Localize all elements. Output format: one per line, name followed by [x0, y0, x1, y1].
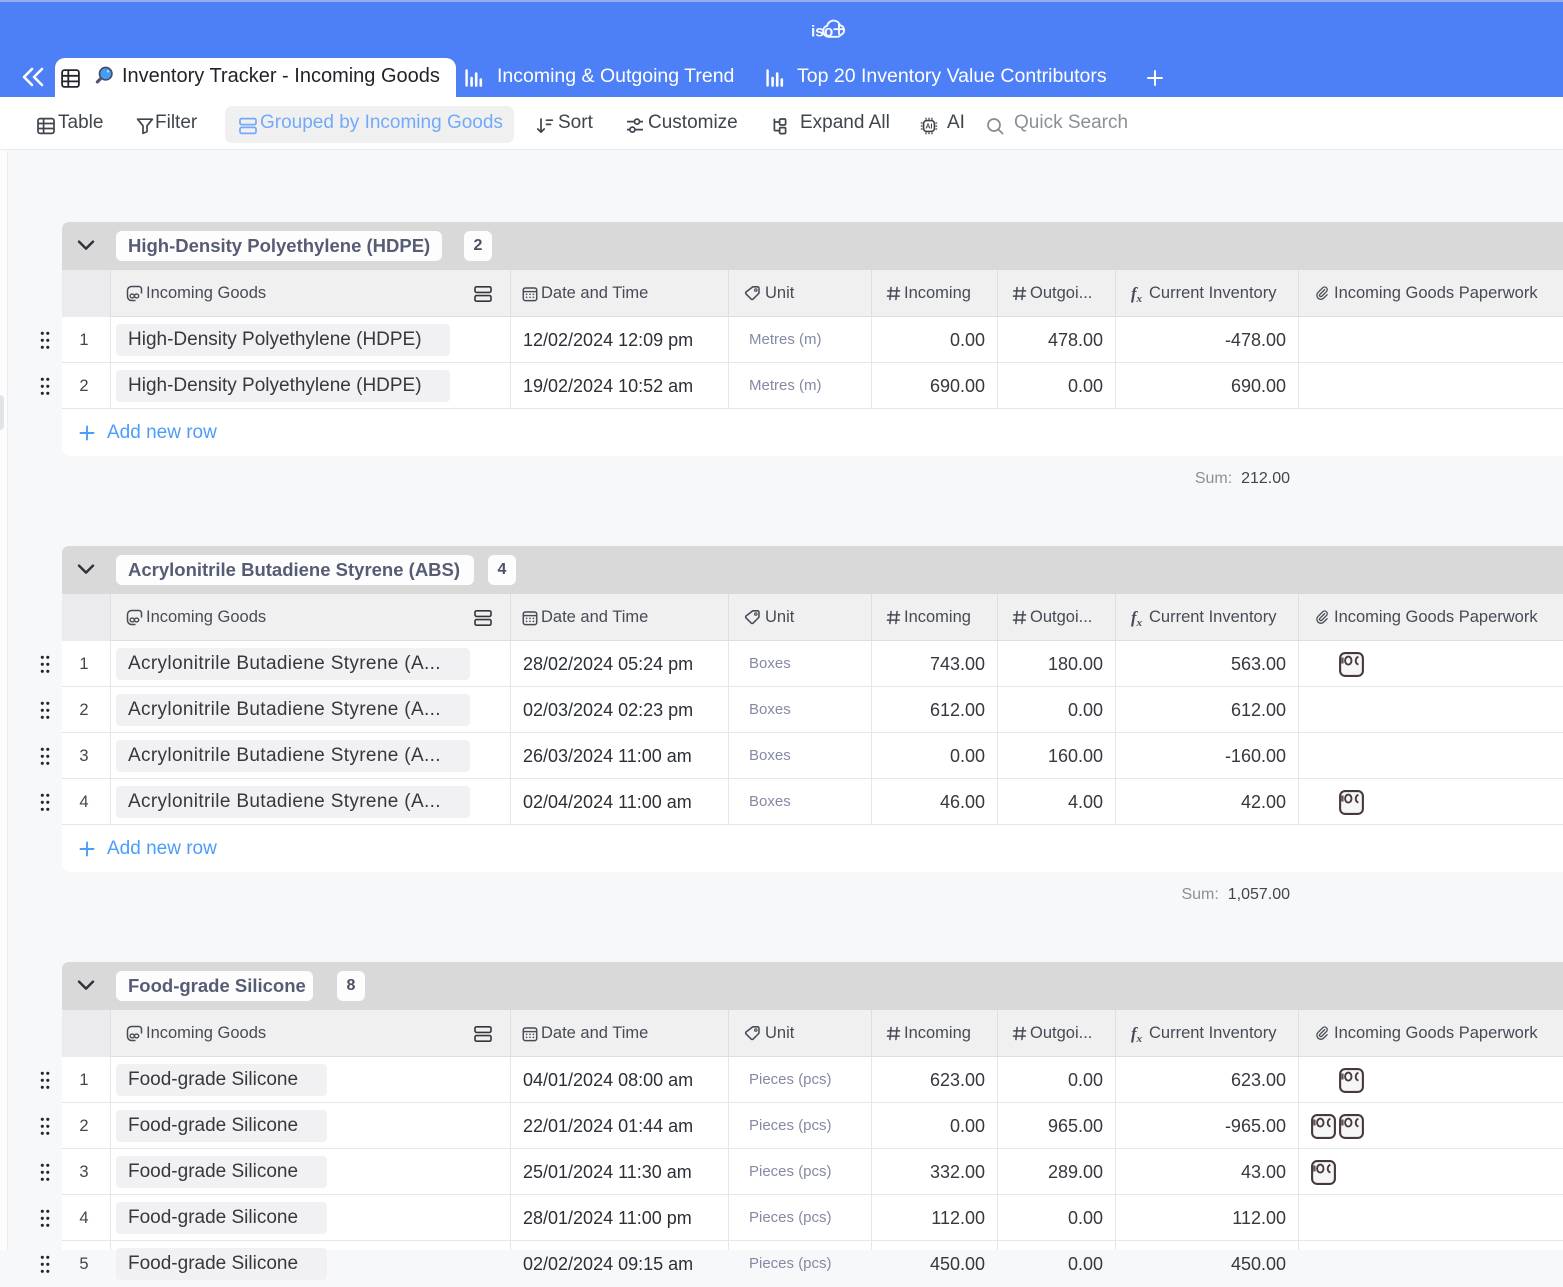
svg-text:AI: AI	[926, 124, 933, 131]
